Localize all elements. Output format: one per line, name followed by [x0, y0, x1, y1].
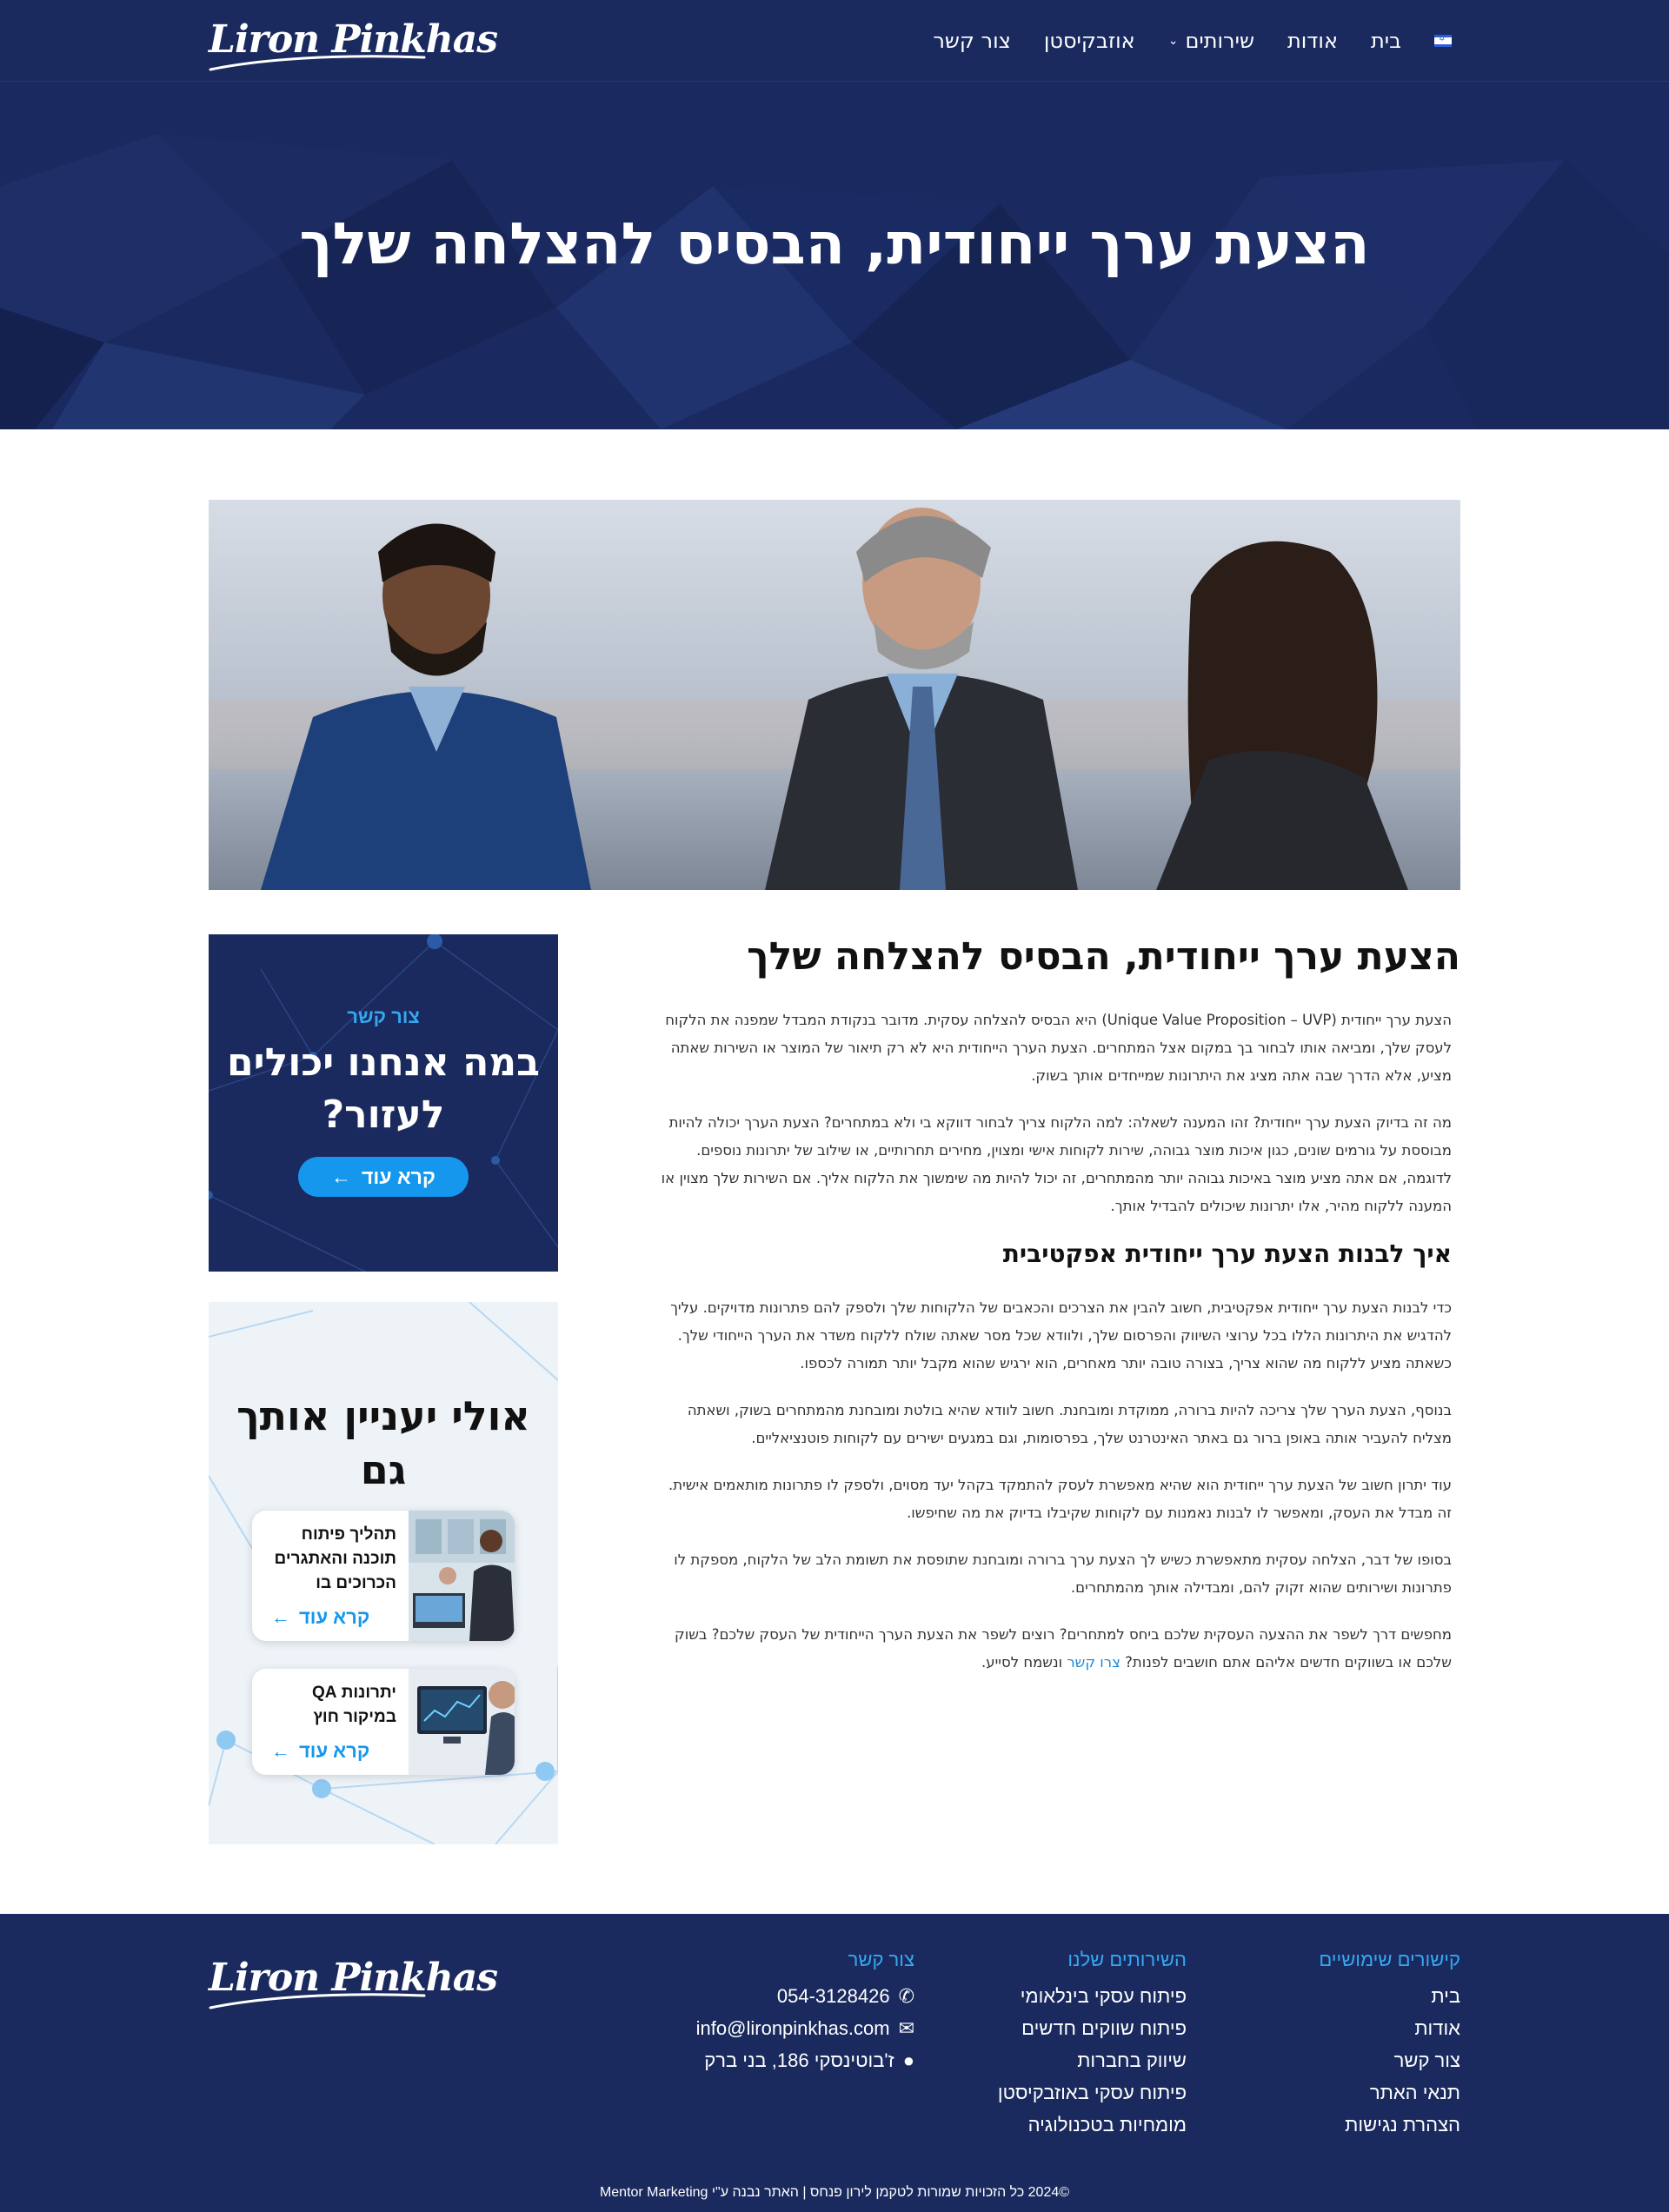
footer-email[interactable]: ✉ info@lironpinkhas.com	[696, 2012, 914, 2044]
sidebar-contact-box: צור קשר במה אנחנו יכולים לעזור? קרא עוד …	[209, 934, 558, 1272]
footer-service-link[interactable]: מומחיות בטכנולוגיה	[998, 2109, 1187, 2141]
footer-contact: צור קשר ✆ 054-3128426 ✉ info@lironpinkha…	[696, 1949, 914, 2076]
cta-text-after: ונשמח לסייע.	[981, 1654, 1067, 1671]
footer-services: השירותים שלנו פיתוח עסקי בינלאומי פיתוח …	[998, 1949, 1187, 2141]
footer-service-link[interactable]: פיתוח עסקי באוזבקיסטן	[998, 2076, 1187, 2109]
footer-address: ● ז'בוטינסקי 186, בני ברק	[696, 2044, 914, 2076]
footer-useful-links: קישורים שימושיים בית אודות צור קשר תנאי …	[1319, 1949, 1460, 2141]
hero-title: הצעת ערך ייחודית, הבסיס להצלחה שלך	[299, 210, 1370, 277]
business-people-photo	[209, 500, 1460, 890]
footer-service-link[interactable]: שיווק בחברות	[998, 2044, 1187, 2076]
cta-inner: צור קשר במה אנחנו יכולים לעזור? קרא עוד …	[209, 1006, 558, 1197]
article-paragraph: בנוסף, הצעת הערך שלך צריכה להיות ברורה, …	[687, 1402, 1452, 1446]
related-posts-box: אולי יעניין אותך גם תהליך פיתוח תוכנה וה…	[209, 1302, 558, 1844]
contact-us-link[interactable]: צרו קשר	[1067, 1654, 1120, 1671]
nav-item-uzbekistan[interactable]: אוזבקיסטן	[1044, 29, 1135, 53]
related-card[interactable]: יתרונות QA במיקור חוץ קרא עוד ←	[252, 1669, 515, 1775]
article-paragraph-cta: מחפשים דרך לשפר את ההצעה העסקית שלכם ביח…	[652, 1621, 1460, 1677]
footer-link-home[interactable]: בית	[1319, 1980, 1460, 2012]
related-card[interactable]: תהליך פיתוח תוכנה והאתגרים הכרוכים בו קר…	[252, 1511, 515, 1641]
israel-flag-icon[interactable]	[1434, 34, 1452, 47]
footer-phone[interactable]: ✆ 054-3128426	[696, 1980, 914, 2012]
footer-heading: צור קשר	[848, 1949, 914, 1970]
site-footer: קישורים שימושיים בית אודות צור קשר תנאי …	[0, 1914, 1669, 2212]
related-card-title: יתרונות QA במיקור חוץ	[311, 1684, 396, 1726]
related-card-title: תהליך פיתוח תוכנה והאתגרים הכרוכים בו	[274, 1525, 396, 1592]
card-read-more-label: קרא עוד	[299, 1606, 370, 1628]
card-body: יתרונות QA במיקור חוץ	[252, 1669, 409, 1730]
site-header: Liron Pinkhas בית אודות שירותים ⌄ אוזבקי…	[0, 0, 1669, 82]
location-pin-icon: ●	[902, 2049, 914, 2071]
logo-swoosh-icon	[209, 1993, 426, 2009]
footer-logo[interactable]: Liron Pinkhas	[209, 1949, 498, 2009]
footer-phone-text: 054-3128426	[776, 1985, 890, 2007]
footer-link-accessibility[interactable]: הצהרת נגישות	[1319, 2109, 1460, 2141]
site-logo[interactable]: Liron Pinkhas	[209, 10, 498, 71]
footer-email-text: info@lironpinkhas.com	[695, 2017, 890, 2039]
read-more-button[interactable]: קרא עוד ←	[298, 1157, 469, 1197]
card-read-more-link[interactable]: קרא עוד ←	[271, 1740, 369, 1763]
footer-link-terms[interactable]: תנאי האתר	[1319, 2076, 1460, 2109]
footer-heading: השירותים שלנו	[1067, 1949, 1187, 1970]
article-paragraph: הצעת ערך ייחודית (Unique Value Propositi…	[665, 1012, 1452, 1084]
arrow-left-icon: ←	[331, 1165, 352, 1188]
logo-swoosh-icon	[209, 55, 426, 71]
email-icon: ✉	[898, 2017, 914, 2039]
article-featured-image	[209, 500, 1460, 890]
article-subheading: איך לבנות הצעת ערך ייחודית אפקטיבית	[1002, 1239, 1452, 1268]
hero-banner: הצעת ערך ייחודית, הבסיס להצלחה שלך	[0, 82, 1669, 429]
nav-item-home[interactable]: בית	[1371, 29, 1401, 53]
nav-item-services[interactable]: שירותים ⌄	[1168, 29, 1254, 53]
footer-link-about[interactable]: אודות	[1319, 2012, 1460, 2044]
arrow-left-icon: ←	[271, 1606, 290, 1628]
card-read-more-label: קרא עוד	[299, 1740, 370, 1762]
card-body: תהליך פיתוח תוכנה והאתגרים הכרוכים בו	[252, 1511, 409, 1596]
main-nav: בית אודות שירותים ⌄ אוזבקיסטן צור קשר	[933, 0, 1452, 82]
article-content: הצעת ערך ייחודית, הבסיס להצלחה שלך הצעת …	[652, 934, 1460, 1696]
arrow-left-icon: ←	[271, 1740, 290, 1762]
qa-testing-image	[409, 1669, 515, 1775]
article-title: הצעת ערך ייחודית, הבסיס להצלחה שלך	[747, 934, 1460, 979]
article-paragraph: כדי לבנות הצעת ערך ייחודית אפקטיבית, חשו…	[670, 1299, 1452, 1372]
nav-item-contact[interactable]: צור קשר	[933, 29, 1011, 53]
article-paragraph: מה זה בדיוק הצעת ערך ייחודית? זהו המענה …	[661, 1114, 1452, 1214]
copyright-text: ©2024 כל הזכויות שמורות לטקמן לירון פנחס…	[599, 2185, 1070, 2200]
cta-kicker: צור קשר	[347, 1006, 420, 1027]
footer-link-contact[interactable]: צור קשר	[1319, 2044, 1460, 2076]
nav-item-about[interactable]: אודות	[1287, 29, 1338, 53]
phone-icon: ✆	[898, 1985, 914, 2007]
cta-title: במה אנחנו יכולים לעזור?	[227, 1040, 540, 1137]
card-read-more-link[interactable]: קרא עוד ←	[271, 1606, 369, 1629]
software-team-image	[409, 1511, 515, 1641]
nav-item-services-label: שירותים	[1185, 29, 1254, 53]
footer-heading: קישורים שימושיים	[1319, 1949, 1460, 1970]
footer-service-link[interactable]: פיתוח עסקי בינלאומי	[998, 1980, 1187, 2012]
related-title: אולי יעניין אותך גם	[236, 1392, 530, 1493]
chevron-down-icon: ⌄	[1167, 34, 1179, 48]
read-more-label: קרא עוד	[362, 1165, 436, 1188]
footer-address-text: ז'בוטינסקי 186, בני ברק	[704, 2049, 894, 2071]
article-paragraph: בסופו של דבר, הצלחה עסקית מתאפשרת כשיש ל…	[674, 1551, 1452, 1596]
footer-service-link[interactable]: פיתוח שווקים חדשים	[998, 2012, 1187, 2044]
article-paragraph: עוד יתרון חשוב של הצעת ערך ייחודית הוא ש…	[668, 1477, 1452, 1521]
